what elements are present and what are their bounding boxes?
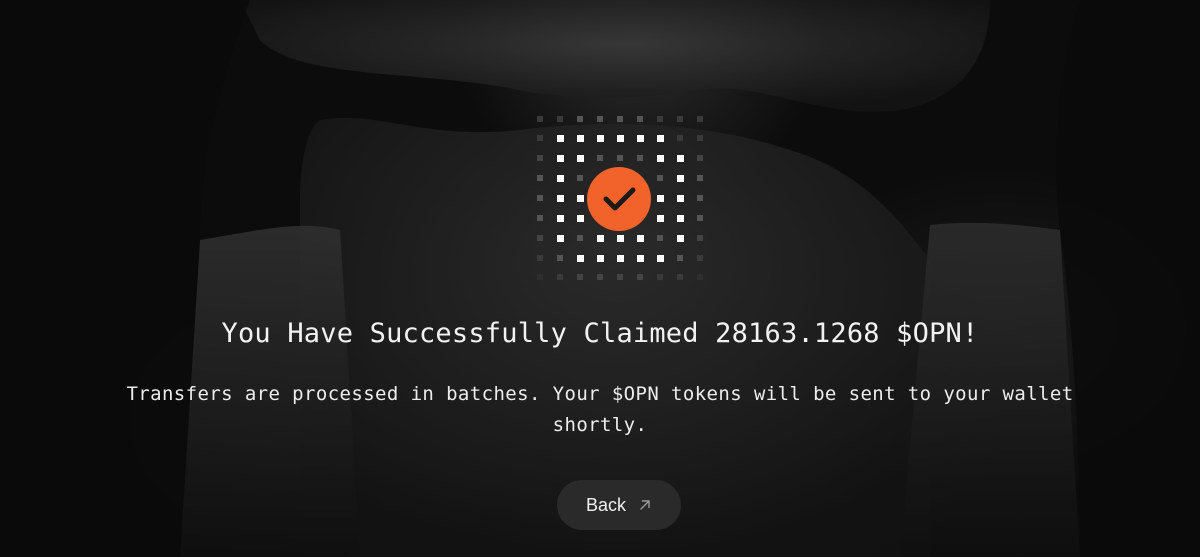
arrow-up-right-icon: [640, 500, 650, 510]
check-circle: [587, 167, 651, 231]
success-screen: You Have Successfully Claimed 28163.1268…: [0, 0, 1200, 557]
back-button-label: Back: [585, 494, 627, 515]
success-title: You Have Successfully Claimed 28163.1268…: [221, 318, 979, 349]
success-badge: [537, 116, 703, 280]
success-message: Transfers are processed in batches. Your…: [126, 383, 1074, 436]
back-button[interactable]: Back: [557, 480, 681, 530]
